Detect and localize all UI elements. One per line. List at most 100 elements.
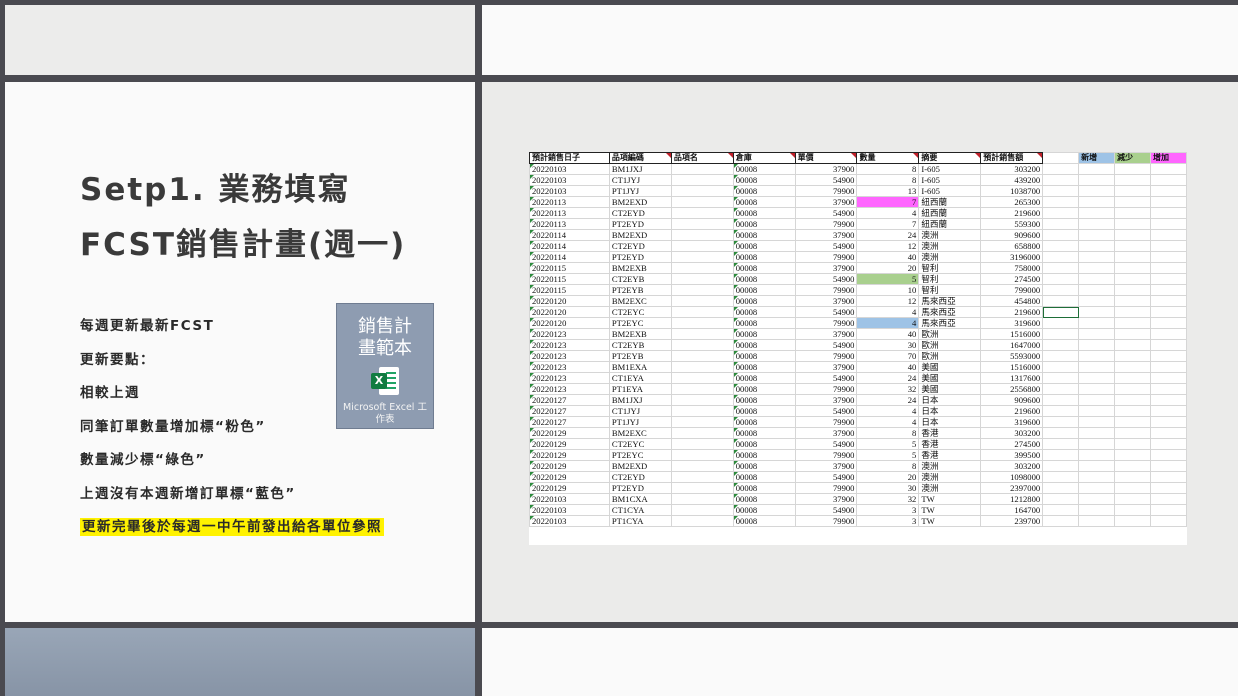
cell-empty[interactable] — [1078, 262, 1116, 274]
cell-code[interactable]: CT2EYB — [608, 339, 672, 351]
cell-empty[interactable] — [1042, 482, 1080, 494]
cell-empty[interactable] — [1042, 372, 1080, 384]
cell-name[interactable] — [670, 471, 734, 483]
cell-code[interactable]: CT1EYA — [608, 372, 672, 384]
cell-empty[interactable] — [1149, 295, 1187, 307]
cell-name[interactable] — [670, 493, 734, 505]
cell-warehouse[interactable]: 00008 — [732, 218, 796, 230]
cell-memo[interactable]: 香港 — [918, 438, 982, 450]
cell-qty[interactable]: 70 — [856, 350, 920, 362]
cell-qty[interactable]: 8 — [856, 163, 920, 175]
cell-amount[interactable]: 1647000 — [980, 339, 1044, 351]
cell-warehouse[interactable]: 00008 — [732, 284, 796, 296]
cell-date[interactable]: 20220120 — [529, 317, 610, 329]
cell-name[interactable] — [670, 460, 734, 472]
cell-price[interactable]: 79900 — [794, 416, 858, 428]
cell-name[interactable] — [670, 251, 734, 263]
cell-empty[interactable] — [1114, 262, 1151, 274]
cell-empty[interactable] — [1114, 394, 1151, 406]
cell-empty[interactable] — [1078, 383, 1116, 395]
cell-empty[interactable] — [1078, 163, 1116, 175]
cell-price[interactable]: 79900 — [794, 284, 858, 296]
cell-memo[interactable]: TW — [918, 493, 982, 505]
cell-empty[interactable] — [1149, 306, 1187, 318]
cell-empty[interactable] — [1042, 229, 1080, 241]
cell-empty[interactable] — [1078, 218, 1116, 230]
cell-memo[interactable]: 澳洲 — [918, 482, 982, 494]
cell-amount[interactable]: 303200 — [980, 163, 1044, 175]
cell-empty[interactable] — [1149, 515, 1187, 527]
cell-empty[interactable] — [1042, 185, 1080, 197]
cell-empty[interactable] — [1042, 262, 1080, 274]
cell-empty[interactable] — [1042, 350, 1080, 362]
cell-warehouse[interactable]: 00008 — [732, 504, 796, 516]
cell-date[interactable]: 20220115 — [529, 284, 610, 296]
cell-empty[interactable] — [1078, 504, 1116, 516]
cell-date[interactable]: 20220129 — [529, 460, 610, 472]
cell-warehouse[interactable]: 00008 — [732, 339, 796, 351]
cell-empty[interactable] — [1078, 361, 1116, 373]
cell-memo[interactable]: 澳洲 — [918, 460, 982, 472]
cell-empty[interactable] — [1114, 229, 1151, 241]
cell-warehouse[interactable]: 00008 — [732, 240, 796, 252]
cell-name[interactable] — [670, 273, 734, 285]
cell-amount[interactable]: 5593000 — [980, 350, 1044, 362]
cell-warehouse[interactable]: 00008 — [732, 394, 796, 406]
cell-qty[interactable]: 20 — [856, 262, 920, 274]
cell-qty[interactable]: 8 — [856, 427, 920, 439]
cell-date[interactable]: 20220114 — [529, 251, 610, 263]
cell-code[interactable]: BM1EXA — [608, 361, 672, 373]
cell-date[interactable]: 20220129 — [529, 438, 610, 450]
cell-price[interactable]: 79900 — [794, 350, 858, 362]
cell-empty[interactable] — [1078, 240, 1116, 252]
cell-empty[interactable] — [1078, 185, 1116, 197]
cell-empty[interactable] — [1114, 207, 1151, 219]
cell-date[interactable]: 20220127 — [529, 405, 610, 417]
cell-amount[interactable]: 265300 — [980, 196, 1044, 208]
cell-empty[interactable] — [1149, 262, 1187, 274]
cell-date[interactable]: 20220115 — [529, 273, 610, 285]
cell-empty[interactable] — [1042, 460, 1080, 472]
col-name-header[interactable]: 品項名 — [670, 152, 734, 164]
cell-qty[interactable]: 10 — [856, 284, 920, 296]
cell-date[interactable]: 20220115 — [529, 262, 610, 274]
cell-price[interactable]: 79900 — [794, 482, 858, 494]
col-amount-header[interactable]: 預計銷售額 — [980, 152, 1044, 164]
cell-empty[interactable] — [1078, 493, 1116, 505]
cell-qty[interactable]: 5 — [856, 273, 920, 285]
cell-amount[interactable]: 2397000 — [980, 482, 1044, 494]
cell-empty[interactable] — [1114, 515, 1151, 527]
cell-price[interactable]: 54900 — [794, 339, 858, 351]
cell-code[interactable]: BM2EXD — [608, 196, 672, 208]
cell-code[interactable]: CT2EYD — [608, 471, 672, 483]
cell-empty[interactable] — [1042, 284, 1080, 296]
cell-empty[interactable] — [1149, 339, 1187, 351]
cell-price[interactable]: 79900 — [794, 449, 858, 461]
cell-empty[interactable] — [1078, 339, 1116, 351]
cell-empty[interactable] — [1078, 229, 1116, 241]
cell-memo[interactable]: 澳洲 — [918, 251, 982, 263]
cell-date[interactable]: 20220103 — [529, 174, 610, 186]
cell-code[interactable]: CT2EYC — [608, 306, 672, 318]
cell-price[interactable]: 79900 — [794, 185, 858, 197]
cell-memo[interactable]: 澳洲 — [918, 471, 982, 483]
cell-empty[interactable] — [1149, 163, 1187, 175]
col-warehouse-header[interactable]: 倉庫 — [732, 152, 796, 164]
cell-memo[interactable]: I-605 — [918, 174, 982, 186]
legend-new[interactable]: 新增 — [1078, 152, 1116, 164]
cell-date[interactable]: 20220127 — [529, 394, 610, 406]
cell-qty[interactable]: 7 — [856, 196, 920, 208]
cell-date[interactable]: 20220103 — [529, 504, 610, 516]
cell-qty[interactable]: 4 — [856, 306, 920, 318]
cell-empty[interactable] — [1149, 350, 1187, 362]
cell-empty[interactable] — [1149, 361, 1187, 373]
cell-qty[interactable]: 5 — [856, 449, 920, 461]
cell-price[interactable]: 54900 — [794, 372, 858, 384]
cell-qty[interactable]: 3 — [856, 515, 920, 527]
cell-code[interactable]: PT2EYD — [608, 218, 672, 230]
cell-code[interactable]: CT1JYJ — [608, 174, 672, 186]
cell-amount[interactable]: 909600 — [980, 229, 1044, 241]
cell-empty[interactable] — [1042, 416, 1080, 428]
cell-empty[interactable] — [1114, 416, 1151, 428]
cell-empty[interactable] — [1114, 427, 1151, 439]
